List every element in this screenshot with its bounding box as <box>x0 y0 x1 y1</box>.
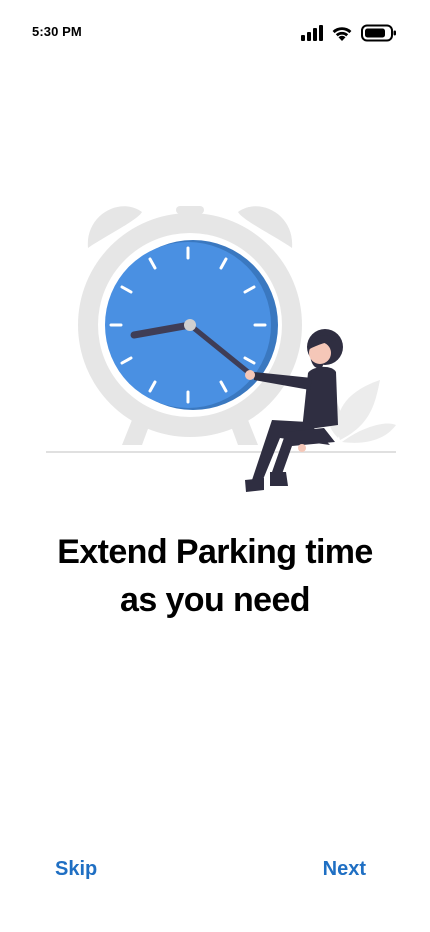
wifi-icon <box>331 25 353 41</box>
headline-line-1: Extend Parking time <box>57 533 373 571</box>
onboarding-headline: Extend Parking time as you need <box>0 528 430 624</box>
headline-line-2: as you need <box>120 581 311 619</box>
battery-icon <box>361 24 397 42</box>
onboarding-illustration <box>40 190 400 510</box>
status-icons <box>301 22 397 44</box>
clock-illustration <box>46 206 396 492</box>
clock-cap <box>176 206 204 214</box>
status-bar: 5:30 PM <box>0 0 430 66</box>
cellular-signal-icon <box>301 25 323 41</box>
skip-button[interactable]: Skip <box>53 854 99 885</box>
status-time: 5:30 PM <box>32 24 82 39</box>
next-button[interactable]: Next <box>321 854 368 885</box>
clock-center-pin <box>184 319 196 331</box>
